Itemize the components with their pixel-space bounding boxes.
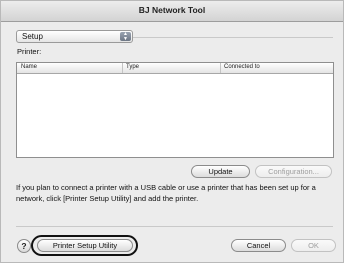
bj-network-tool-window: BJ Network Tool Setup ▲ ▼ Printer: Name T… bbox=[0, 0, 344, 263]
cancel-button[interactable]: Cancel bbox=[231, 239, 286, 252]
update-button[interactable]: Update bbox=[191, 165, 250, 178]
bottom-divider bbox=[16, 226, 333, 227]
section-divider bbox=[133, 37, 333, 38]
mode-popup[interactable]: Setup ▲ ▼ bbox=[16, 30, 133, 43]
column-separator bbox=[220, 63, 221, 73]
printer-section-label: Printer: bbox=[17, 47, 42, 56]
help-icon[interactable]: ? bbox=[17, 239, 31, 253]
callout-highlight-ring bbox=[31, 235, 138, 256]
column-header-name[interactable]: Name bbox=[21, 64, 37, 70]
column-separator bbox=[122, 63, 123, 73]
title-bar[interactable]: BJ Network Tool bbox=[1, 1, 343, 22]
configuration-button[interactable]: Configuration... bbox=[255, 165, 332, 178]
mode-popup-value: Setup bbox=[22, 32, 43, 41]
table-header: Name Type Connected to bbox=[17, 63, 333, 74]
printer-list-table[interactable]: Name Type Connected to bbox=[16, 62, 334, 158]
popup-arrows-icon: ▲ ▼ bbox=[120, 32, 131, 41]
info-text: If you plan to connect a printer with a … bbox=[16, 183, 316, 203]
ok-button[interactable]: OK bbox=[291, 239, 336, 252]
window-title: BJ Network Tool bbox=[138, 5, 206, 15]
column-header-connected-to[interactable]: Connected to bbox=[224, 64, 260, 70]
column-header-type[interactable]: Type bbox=[126, 64, 139, 70]
